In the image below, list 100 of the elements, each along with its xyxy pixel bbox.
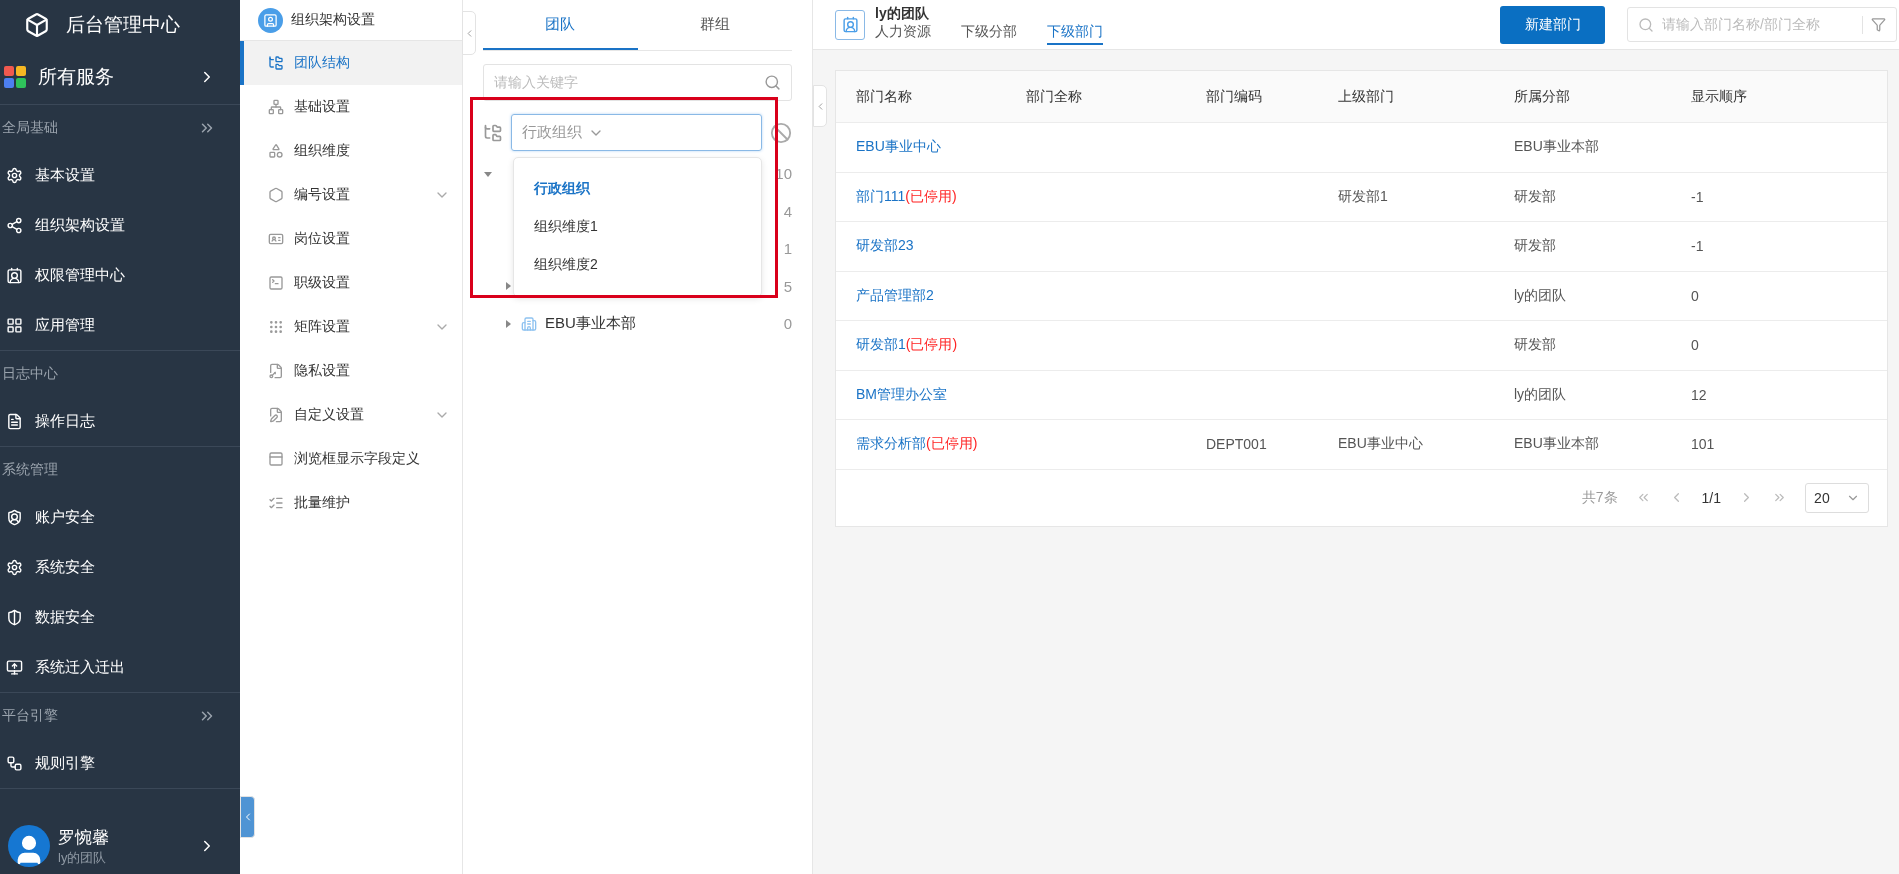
department-link[interactable]: 需求分析部(已停用): [856, 435, 1026, 454]
collapse-handle[interactable]: [462, 11, 476, 55]
filter-icon: [1871, 17, 1886, 32]
column-header: 显示顺序: [1691, 87, 1748, 106]
user-team: ly的团队: [58, 848, 108, 867]
subnav-item[interactable]: 职级设置: [240, 261, 462, 305]
caret-right-icon[interactable]: [503, 318, 513, 329]
content-tab[interactable]: 人力资源: [875, 22, 931, 45]
window-icon: [268, 451, 284, 467]
table-cell-text: 12: [1691, 386, 1708, 403]
subnav-item[interactable]: 编号设置: [240, 173, 462, 217]
content-tab[interactable]: 下级分部: [961, 22, 1017, 45]
document-icon: [6, 412, 23, 430]
search-icon: [1638, 16, 1654, 33]
app-title: 后台管理中心: [66, 13, 180, 37]
nav-item[interactable]: 数据安全: [0, 592, 240, 642]
column-header: 部门全称: [1026, 87, 1083, 106]
level-icon: [268, 275, 284, 291]
subnav-item[interactable]: 基础设置: [240, 85, 462, 129]
grid-icon: [6, 316, 23, 334]
nodes-icon: [6, 216, 23, 234]
department-link[interactable]: 研发部23: [856, 237, 1026, 256]
table-cell-text: ly的团队: [1514, 385, 1568, 404]
table-cell-text: EBU事业中心: [1338, 435, 1424, 454]
avatar-icon[interactable]: [8, 825, 50, 867]
nav-item[interactable]: 应用管理: [0, 300, 240, 350]
column-header: 部门名称: [856, 87, 913, 106]
table-cell-text: EBU事业本部: [1514, 435, 1600, 454]
member-count: 0: [783, 315, 792, 333]
table-cell-text: 研发部: [1514, 187, 1557, 206]
nav-item[interactable]: 组织架构设置: [0, 200, 240, 250]
panel-tab[interactable]: 团队: [483, 0, 638, 50]
id-card-icon: [6, 266, 23, 284]
dropdown-option[interactable]: 组织维度1: [514, 208, 761, 246]
department-link[interactable]: 产品管理部2: [856, 286, 1026, 305]
department-link[interactable]: 部门111(已停用): [856, 187, 1026, 206]
page-size-select[interactable]: 20: [1805, 482, 1869, 513]
building-icon: [521, 315, 537, 332]
hexagon-icon: [268, 187, 284, 203]
all-services-item[interactable]: 所有服务: [0, 50, 240, 105]
dropdown-option[interactable]: 行政组织: [514, 170, 761, 208]
file-key-icon: [268, 363, 284, 379]
department-link[interactable]: BM管理办公室: [856, 385, 1026, 404]
team-icon: [835, 9, 865, 40]
table-cell-text: 研发部1: [1338, 187, 1389, 206]
collapse-handle[interactable]: [240, 796, 255, 838]
department-link[interactable]: EBU事业中心: [856, 138, 1026, 157]
subnav-item[interactable]: 自定义设置: [240, 393, 462, 437]
tree-node-label[interactable]: EBU事业本部: [545, 314, 776, 334]
nav-item[interactable]: 账户安全: [0, 492, 240, 542]
cube-logo-icon: [24, 12, 50, 38]
section-title: 系统管理: [2, 460, 58, 479]
table-cell-text: 研发部: [1514, 336, 1557, 355]
nav-item[interactable]: 系统迁入迁出: [0, 642, 240, 692]
collapse-handle[interactable]: [813, 85, 827, 127]
total-count: 共7条: [1581, 488, 1618, 507]
nav-item[interactable]: 操作日志: [0, 396, 240, 446]
section-title: 日志中心: [2, 364, 58, 383]
section-title: 平台引擎: [2, 706, 58, 725]
department-link[interactable]: 研发部1(已停用): [856, 336, 1026, 355]
hierarchy-icon[interactable]: [483, 122, 503, 143]
panel-tab[interactable]: 群组: [637, 0, 792, 50]
team-name: ly的团队: [875, 4, 930, 23]
shield-user-icon: [6, 508, 23, 526]
nav-item[interactable]: 基本设置: [0, 150, 240, 200]
list-icon: [268, 495, 284, 511]
nav-item[interactable]: 规则引擎: [0, 738, 240, 788]
subnav-item[interactable]: 组织维度: [240, 129, 462, 173]
subnav-item[interactable]: 隐私设置: [240, 349, 462, 393]
column-header: 部门编码: [1206, 87, 1263, 106]
member-count: 1: [783, 240, 792, 258]
monitor-icon: [6, 658, 23, 676]
content-tab[interactable]: 下级部门: [1047, 22, 1103, 45]
table-cell-text: 研发部: [1514, 237, 1557, 256]
page-indicator: 1/1: [1701, 489, 1721, 506]
user-name: 罗惋馨: [58, 826, 110, 849]
table-cell-text: 0: [1691, 287, 1700, 304]
subnav-item[interactable]: 浏览框显示字段定义: [240, 437, 462, 481]
tiles-icon: [4, 66, 26, 88]
table-cell-text: -1: [1691, 188, 1705, 205]
member-count: 4: [783, 202, 792, 220]
subnav-item[interactable]: 矩阵设置: [240, 305, 462, 349]
org-badge-icon: [258, 7, 283, 33]
subnav-item[interactable]: 批量维护: [240, 481, 462, 525]
table-cell-text: ly的团队: [1514, 286, 1568, 305]
table-cell-text: EBU事业本部: [1514, 138, 1600, 157]
nav-item[interactable]: 权限管理中心: [0, 250, 240, 300]
file-pen-icon: [268, 407, 284, 423]
dots-grid-icon: [268, 319, 284, 335]
nodes-icon: [268, 99, 284, 115]
tree-icon: [268, 55, 284, 71]
subnav-item[interactable]: 团队结构: [240, 41, 462, 85]
subnav-item[interactable]: 岗位设置: [240, 217, 462, 261]
table-cell-text: DEPT001: [1206, 436, 1268, 453]
table-cell-text: -1: [1691, 238, 1705, 255]
shapes-icon: [268, 143, 284, 159]
new-department-button[interactable]: 新建部门: [1500, 5, 1605, 44]
nav-item[interactable]: 系统安全: [0, 542, 240, 592]
dropdown-option[interactable]: 组织维度2: [514, 246, 761, 284]
gear-icon: [6, 558, 23, 576]
